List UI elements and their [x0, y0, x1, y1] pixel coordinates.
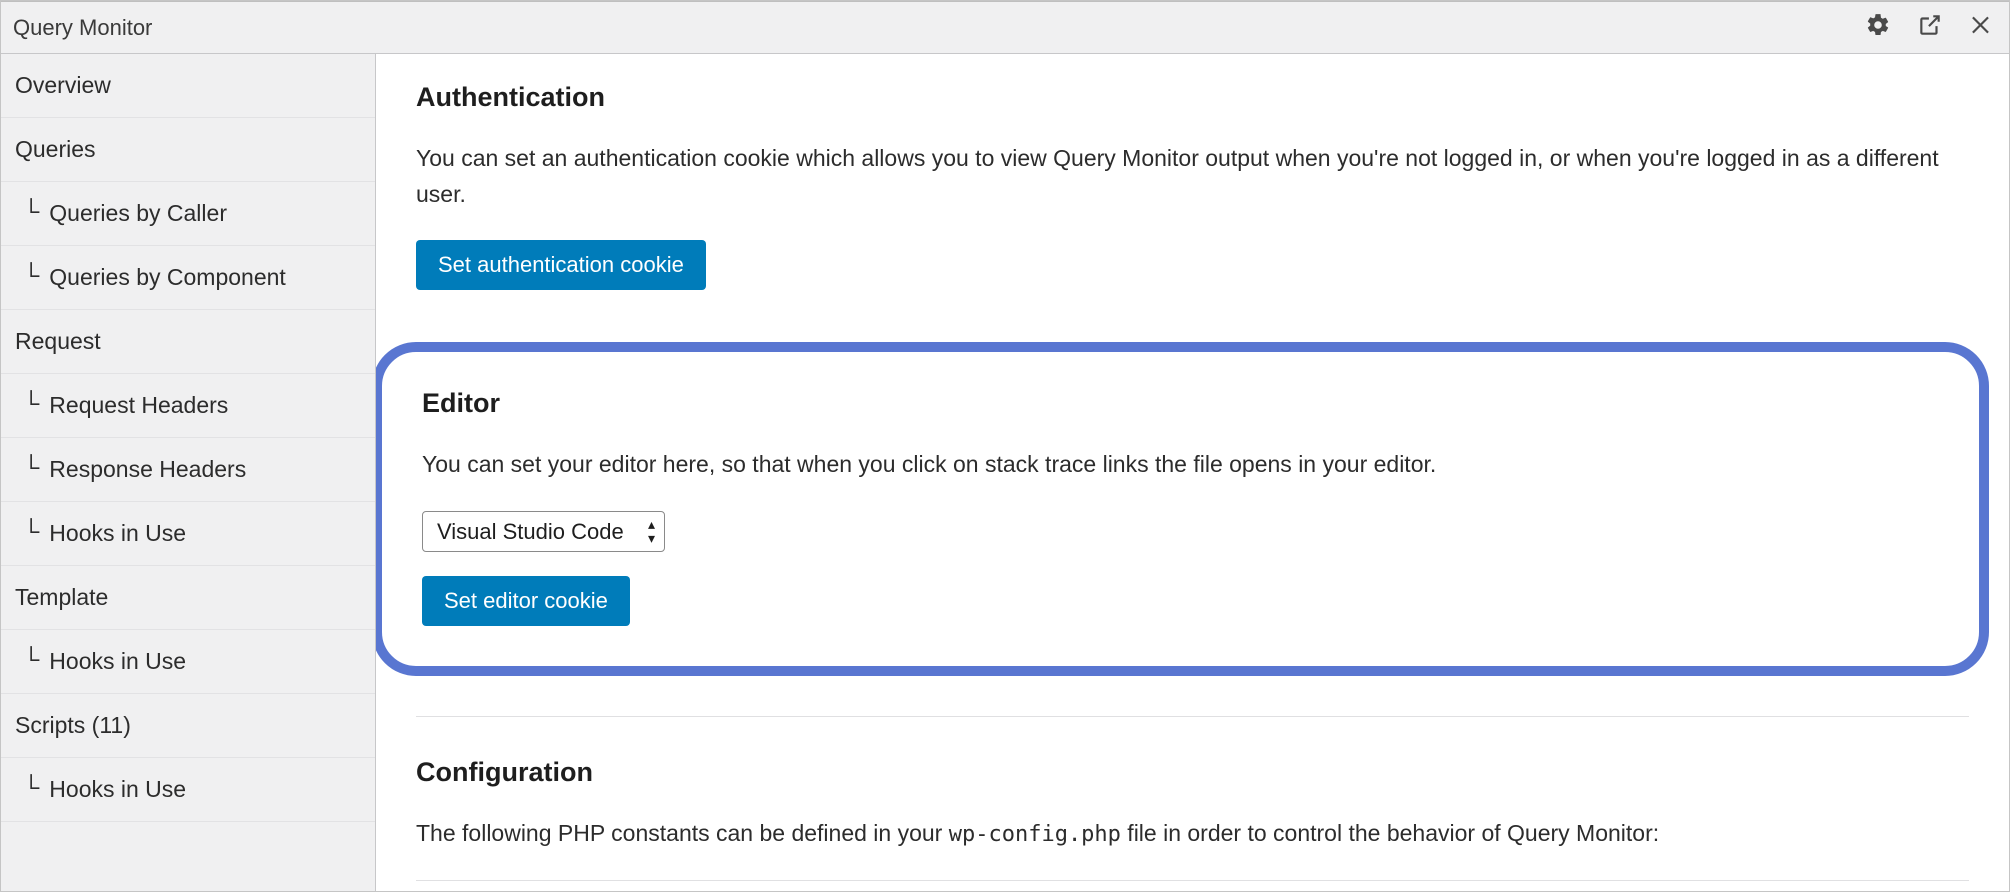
- sidebar-item-queries-by-component[interactable]: Queries by Component: [1, 246, 375, 310]
- sidebar-item-hooks-in-use[interactable]: Hooks in Use: [1, 758, 375, 822]
- sidebar: OverviewQueriesQueries by CallerQueries …: [1, 54, 376, 891]
- sidebar-item-response-headers[interactable]: Response Headers: [1, 438, 375, 502]
- editor-select-wrap: Visual Studio Code ▴▾: [422, 511, 665, 552]
- configuration-body-code: wp-config.php: [949, 822, 1121, 847]
- panel-body: OverviewQueriesQueries by CallerQueries …: [1, 54, 2009, 891]
- set-authentication-cookie-button[interactable]: Set authentication cookie: [416, 240, 706, 290]
- configuration-heading: Configuration: [416, 757, 1969, 788]
- close-icon[interactable]: [1969, 12, 1995, 43]
- sidebar-item-request[interactable]: Request: [1, 310, 375, 374]
- content: Authentication You can set an authentica…: [376, 54, 2009, 891]
- configuration-body-pre: The following PHP constants can be defin…: [416, 820, 949, 846]
- sidebar-item-template[interactable]: Template: [1, 566, 375, 630]
- configuration-body-post: file in order to control the behavior of…: [1121, 820, 1659, 846]
- sidebar-item-hooks-in-use[interactable]: Hooks in Use: [1, 630, 375, 694]
- authentication-body: You can set an authentication cookie whi…: [416, 141, 1969, 212]
- popout-icon[interactable]: [1917, 12, 1943, 43]
- sidebar-item-request-headers[interactable]: Request Headers: [1, 374, 375, 438]
- divider: [416, 880, 1969, 881]
- sidebar-item-queries-by-caller[interactable]: Queries by Caller: [1, 182, 375, 246]
- configuration-body: The following PHP constants can be defin…: [416, 816, 1969, 852]
- authentication-heading: Authentication: [416, 82, 1969, 113]
- editor-body: You can set your editor here, so that wh…: [422, 447, 1939, 483]
- sidebar-item-scripts-11[interactable]: Scripts (11): [1, 694, 375, 758]
- section-editor: Editor You can set your editor here, so …: [422, 388, 1939, 626]
- titlebar-actions: [1865, 12, 1995, 43]
- sidebar-item-hooks-in-use[interactable]: Hooks in Use: [1, 502, 375, 566]
- query-monitor-panel: Query Monitor OverviewQueriesQueries by …: [0, 0, 2010, 892]
- section-authentication: Authentication You can set an authentica…: [416, 82, 1969, 290]
- sidebar-item-overview[interactable]: Overview: [1, 54, 375, 118]
- section-configuration: Configuration The following PHP constant…: [416, 757, 1969, 881]
- editor-highlight-box: Editor You can set your editor here, so …: [376, 342, 1989, 676]
- settings-icon[interactable]: [1865, 12, 1891, 43]
- titlebar: Query Monitor: [1, 1, 2009, 54]
- panel-title: Query Monitor: [13, 15, 152, 41]
- editor-select[interactable]: Visual Studio Code: [422, 511, 665, 552]
- set-editor-cookie-button[interactable]: Set editor cookie: [422, 576, 630, 626]
- sidebar-item-queries[interactable]: Queries: [1, 118, 375, 182]
- divider: [416, 716, 1969, 717]
- editor-heading: Editor: [422, 388, 1939, 419]
